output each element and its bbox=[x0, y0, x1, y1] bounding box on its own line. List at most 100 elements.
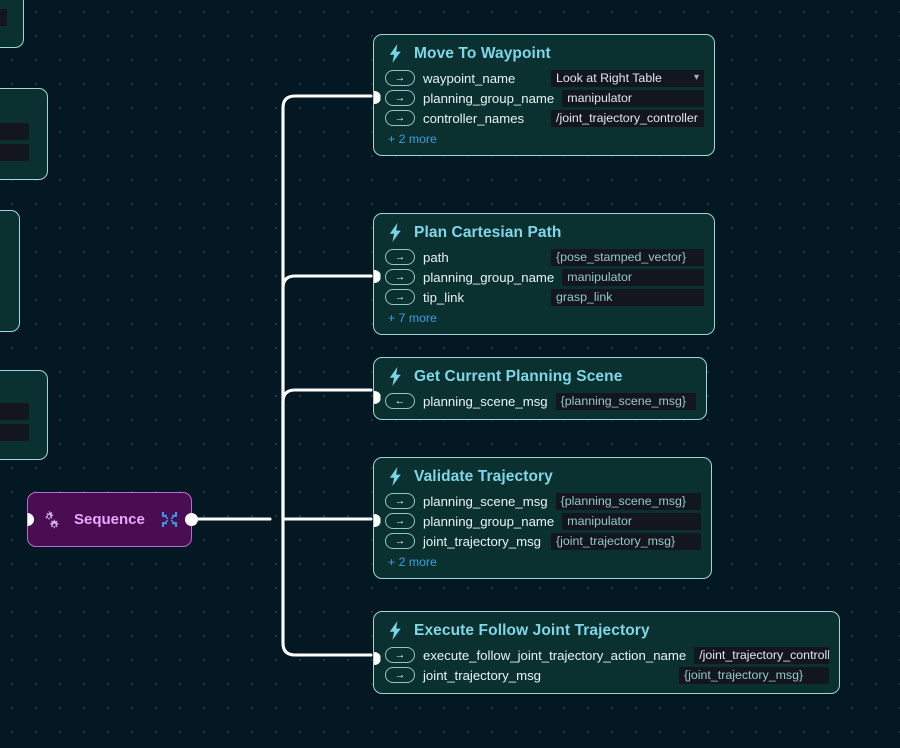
lightning-bolt-icon bbox=[389, 44, 401, 63]
offscreen-node-3[interactable] bbox=[0, 210, 20, 332]
node-params: → planning_scene_msg {planning_scene_msg… bbox=[385, 492, 701, 550]
param-value[interactable]: manipulator bbox=[562, 89, 704, 107]
param-name: path bbox=[423, 249, 449, 265]
node-title: Get Current Planning Scene bbox=[414, 367, 623, 385]
sequence-input-port[interactable] bbox=[27, 513, 34, 526]
node-params: ← planning_scene_msg {planning_scene_msg… bbox=[385, 392, 696, 410]
param-row[interactable]: → path {pose_stamped_vector} bbox=[385, 248, 704, 266]
sequence-output-port[interactable] bbox=[185, 513, 198, 526]
offscreen-node-field bbox=[0, 123, 29, 140]
node-params: → execute_follow_joint_trajectory_action… bbox=[385, 646, 829, 684]
param-name: waypoint_name bbox=[423, 70, 516, 86]
node-params: → waypoint_name Look at Right Table ▾ → … bbox=[385, 69, 704, 127]
node-input-port[interactable] bbox=[374, 514, 381, 527]
param-row[interactable]: → planning_scene_msg {planning_scene_msg… bbox=[385, 492, 701, 510]
param-port-out[interactable]: ← bbox=[385, 393, 415, 409]
param-name: planning_group_name bbox=[423, 269, 555, 285]
param-row[interactable]: → joint_trajectory_msg {joint_trajectory… bbox=[385, 666, 829, 684]
flow-canvas[interactable]: } } Sequence bbox=[0, 0, 900, 748]
param-name: planning_group_name bbox=[423, 90, 555, 106]
show-more-link[interactable]: + 2 more bbox=[385, 132, 704, 146]
param-row[interactable]: → planning_group_name manipulator bbox=[385, 512, 701, 530]
param-port-in[interactable]: → bbox=[385, 647, 415, 663]
param-row[interactable]: → joint_trajectory_msg {joint_trajectory… bbox=[385, 532, 701, 550]
param-value-dropdown[interactable]: Look at Right Table ▾ bbox=[551, 69, 704, 87]
sequence-node[interactable]: Sequence bbox=[27, 492, 198, 547]
param-value[interactable]: /joint_trajectory_controller/fol bbox=[694, 646, 829, 664]
param-value[interactable]: manipulator bbox=[562, 512, 701, 530]
sequence-node-label: Sequence bbox=[74, 511, 145, 528]
param-port-in[interactable]: → bbox=[385, 667, 415, 683]
edge-to-move-to-waypoint bbox=[281, 94, 373, 521]
node-title: Move To Waypoint bbox=[414, 44, 551, 62]
node-input-port[interactable] bbox=[374, 391, 381, 404]
param-port-in[interactable]: → bbox=[385, 90, 415, 106]
param-row[interactable]: → controller_names /joint_trajectory_con… bbox=[385, 109, 704, 127]
node-card[interactable]: Get Current Planning Scene ← planning_sc… bbox=[373, 357, 707, 420]
node-card[interactable]: Execute Follow Joint Trajectory → execut… bbox=[373, 611, 840, 694]
param-port-in[interactable]: → bbox=[385, 269, 415, 285]
offscreen-node-field bbox=[0, 144, 29, 161]
node-title: Plan Cartesian Path bbox=[414, 223, 562, 241]
param-port-in[interactable]: → bbox=[385, 533, 415, 549]
offscreen-node-1[interactable] bbox=[0, 0, 24, 48]
param-name: planning_scene_msg bbox=[423, 393, 548, 409]
node-card[interactable]: Move To Waypoint → waypoint_name Look at… bbox=[373, 34, 715, 156]
node-input-port[interactable] bbox=[374, 91, 381, 104]
param-value[interactable]: {planning_scene_msg} bbox=[555, 492, 701, 510]
param-name: joint_trajectory_msg bbox=[423, 533, 542, 549]
param-value[interactable]: /joint_trajectory_controller bbox=[551, 109, 704, 127]
show-more-link[interactable]: + 7 more bbox=[385, 311, 704, 325]
collapse-icon[interactable] bbox=[161, 511, 178, 528]
chevron-down-icon[interactable]: ▾ bbox=[682, 73, 699, 83]
param-name: joint_trajectory_msg bbox=[423, 667, 542, 683]
node-card[interactable]: Validate Trajectory → planning_scene_msg… bbox=[373, 457, 712, 579]
lightning-bolt-icon bbox=[389, 223, 401, 242]
param-value[interactable]: {joint_trajectory_msg} bbox=[551, 532, 701, 550]
param-value[interactable]: {planning_scene_msg} bbox=[555, 392, 696, 410]
node-header: Execute Follow Joint Trajectory bbox=[385, 621, 829, 640]
node-input-port[interactable] bbox=[374, 270, 381, 283]
lightning-bolt-icon bbox=[389, 621, 401, 640]
offscreen-node-4[interactable]: } bbox=[0, 370, 48, 460]
gears-icon bbox=[45, 510, 59, 528]
param-row[interactable]: → tip_link grasp_link bbox=[385, 288, 704, 306]
param-value[interactable]: manipulator bbox=[562, 268, 704, 286]
node-card[interactable]: Plan Cartesian Path → path {pose_stamped… bbox=[373, 213, 715, 335]
param-port-in[interactable]: → bbox=[385, 513, 415, 529]
edge-to-get-current-planning-scene bbox=[281, 388, 373, 521]
node-header: Validate Trajectory bbox=[385, 467, 701, 486]
node-header: Plan Cartesian Path bbox=[385, 223, 704, 242]
lightning-bolt-icon bbox=[389, 367, 401, 386]
param-row[interactable]: → planning_group_name manipulator bbox=[385, 268, 704, 286]
show-more-link[interactable]: + 2 more bbox=[385, 555, 701, 569]
param-port-in[interactable]: → bbox=[385, 110, 415, 126]
param-row[interactable]: → waypoint_name Look at Right Table ▾ bbox=[385, 69, 704, 87]
param-port-in[interactable]: → bbox=[385, 249, 415, 265]
offscreen-node-field bbox=[0, 9, 7, 26]
param-port-in[interactable]: → bbox=[385, 493, 415, 509]
param-row[interactable]: → execute_follow_joint_trajectory_action… bbox=[385, 646, 829, 664]
node-header: Move To Waypoint bbox=[385, 44, 704, 63]
param-name: execute_follow_joint_trajectory_action_n… bbox=[423, 647, 687, 663]
offscreen-node-field bbox=[0, 424, 29, 441]
param-name: planning_group_name bbox=[423, 513, 555, 529]
edge-to-execute-follow-joint-trajectory bbox=[281, 517, 373, 657]
param-port-in[interactable]: → bbox=[385, 70, 415, 86]
param-name: controller_names bbox=[423, 110, 525, 126]
node-title: Validate Trajectory bbox=[414, 467, 553, 485]
edge-to-plan-cartesian-path bbox=[281, 274, 373, 521]
node-input-port[interactable] bbox=[374, 652, 381, 665]
offscreen-node-field bbox=[0, 403, 29, 420]
param-row[interactable]: → planning_group_name manipulator bbox=[385, 89, 704, 107]
param-value[interactable]: {joint_trajectory_msg} bbox=[679, 666, 829, 684]
param-name: tip_link bbox=[423, 289, 465, 305]
node-header: Get Current Planning Scene bbox=[385, 367, 696, 386]
param-value[interactable]: grasp_link bbox=[551, 288, 704, 306]
param-name: planning_scene_msg bbox=[423, 493, 548, 509]
param-port-in[interactable]: → bbox=[385, 289, 415, 305]
node-title: Execute Follow Joint Trajectory bbox=[414, 621, 650, 639]
param-value[interactable]: {pose_stamped_vector} bbox=[551, 248, 704, 266]
param-row[interactable]: ← planning_scene_msg {planning_scene_msg… bbox=[385, 392, 696, 410]
offscreen-node-2[interactable]: } bbox=[0, 88, 48, 180]
